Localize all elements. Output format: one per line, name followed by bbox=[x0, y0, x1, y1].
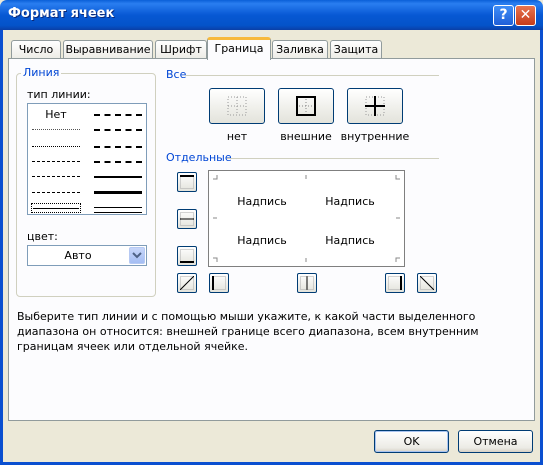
line-style-medium-dash-dot-dot[interactable] bbox=[94, 114, 142, 116]
line-style-thick[interactable] bbox=[94, 191, 142, 194]
preset-inside-button[interactable] bbox=[347, 88, 403, 124]
line-style-dash-dot[interactable] bbox=[32, 176, 80, 177]
border-left-button[interactable] bbox=[209, 273, 229, 293]
line-style-double[interactable] bbox=[94, 207, 142, 213]
border-group-title: Отдельные bbox=[164, 151, 234, 164]
line-color-select[interactable]: Авто bbox=[27, 245, 147, 266]
border-inside-vertical-button[interactable] bbox=[297, 273, 317, 293]
line-style-medium-dashed[interactable] bbox=[94, 161, 142, 163]
ok-button[interactable]: OK bbox=[374, 430, 449, 453]
close-button[interactable]: ✕ bbox=[515, 5, 536, 26]
line-type-label: тип линии: bbox=[27, 88, 91, 101]
border-diagonal-up-button[interactable] bbox=[177, 273, 197, 293]
line-style-dash-dot-dot[interactable] bbox=[32, 161, 80, 162]
preset-outline-button[interactable] bbox=[278, 88, 334, 124]
line-style-dotted[interactable] bbox=[32, 146, 80, 147]
preset-none-label: нет bbox=[226, 130, 248, 143]
border-inside-horizontal-button[interactable] bbox=[177, 209, 197, 229]
help-icon: ? bbox=[499, 7, 508, 23]
tab-protection[interactable]: Защита bbox=[330, 40, 382, 59]
dropdown-button[interactable] bbox=[129, 247, 145, 264]
preview-text: Надпись bbox=[325, 234, 375, 247]
diagonal-down-icon bbox=[420, 276, 434, 290]
preset-inside-label: внутренние bbox=[340, 130, 410, 143]
preset-outline-label: внешние bbox=[280, 130, 332, 143]
border-right-button[interactable] bbox=[385, 273, 405, 293]
line-style-hairline[interactable] bbox=[32, 129, 80, 130]
preview-corner-marks bbox=[213, 175, 400, 262]
border-inside-icon bbox=[365, 96, 385, 116]
line-style-dashed[interactable] bbox=[32, 192, 80, 193]
line-style-thin bbox=[33, 208, 79, 209]
tab-border[interactable]: Граница bbox=[207, 37, 271, 60]
close-icon: ✕ bbox=[519, 7, 532, 23]
line-group-title: Линия bbox=[21, 66, 62, 79]
preview-text: Надпись bbox=[237, 234, 287, 247]
tab-number[interactable]: Число bbox=[11, 40, 61, 59]
preview-text: Надпись bbox=[325, 195, 375, 208]
border-inside-horizontal-icon bbox=[180, 212, 194, 226]
tab-alignment[interactable]: Выравнивание bbox=[63, 40, 153, 59]
border-bottom-button[interactable] bbox=[177, 246, 197, 266]
border-top-button[interactable] bbox=[177, 172, 197, 192]
help-button[interactable]: ? bbox=[493, 5, 514, 26]
preset-none-button[interactable] bbox=[209, 88, 265, 124]
border-separator bbox=[227, 158, 439, 159]
tab-fill[interactable]: Заливка bbox=[272, 40, 328, 59]
border-preview[interactable]: Надпись Надпись Надпись Надпись bbox=[208, 170, 405, 267]
preview-text: Надпись bbox=[237, 195, 287, 208]
border-outline-icon bbox=[296, 96, 316, 116]
border-inside-vertical-icon bbox=[300, 276, 314, 290]
border-top-icon bbox=[180, 175, 194, 189]
tab-font[interactable]: Шрифт bbox=[155, 40, 207, 59]
line-style-medium-dash-dot[interactable] bbox=[94, 146, 142, 148]
border-none-icon bbox=[227, 96, 247, 116]
line-color-value: Авто bbox=[64, 249, 92, 262]
line-style-slant-dash-dot[interactable] bbox=[94, 129, 142, 131]
border-left-icon bbox=[212, 276, 226, 290]
line-style-medium[interactable] bbox=[94, 176, 142, 178]
hint-text: Выберите тип линии и с помощью мыши укаж… bbox=[17, 310, 479, 353]
diagonal-up-icon bbox=[180, 276, 194, 290]
line-style-list[interactable]: Нет bbox=[27, 103, 147, 215]
border-right-icon bbox=[388, 276, 402, 290]
border-bottom-icon bbox=[180, 249, 194, 263]
line-color-label: цвет: bbox=[27, 230, 58, 243]
cancel-button[interactable]: Отмена bbox=[458, 430, 533, 453]
presets-separator bbox=[185, 75, 439, 76]
window-title: Формат ячеек bbox=[8, 6, 115, 21]
border-diagonal-down-button[interactable] bbox=[417, 273, 437, 293]
chevron-down-icon bbox=[132, 252, 142, 259]
line-style-none[interactable]: Нет bbox=[36, 108, 76, 121]
